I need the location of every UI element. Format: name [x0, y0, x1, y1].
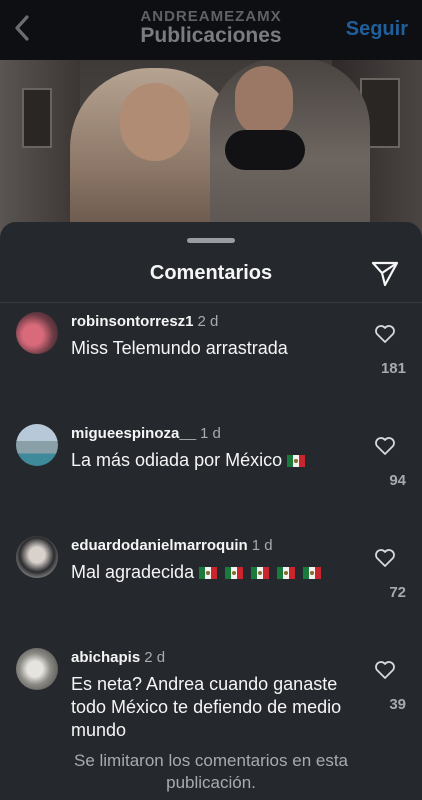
- mexico-flag-icon: [251, 567, 270, 580]
- sheet-title: Comentarios: [149, 262, 273, 284]
- window: [22, 88, 52, 148]
- heart-outline-icon[interactable]: [374, 436, 396, 456]
- comment-time: 2 d: [144, 649, 166, 666]
- mexico-flag-icon: [277, 567, 296, 580]
- comment-item: eduardodanielmarroquin 1 d Mal agradecida…: [0, 536, 422, 646]
- mexico-flag-icon: [225, 567, 244, 580]
- comment-item: abichapis 2 d Es neta? Andrea cuando gana…: [0, 648, 422, 758]
- avatar[interactable]: [16, 424, 58, 466]
- comment-text: Es neta? Andrea cuando ganaste todo Méxi…: [71, 674, 342, 740]
- like-count: 94: [389, 472, 406, 489]
- mexico-flag-icon: [303, 567, 322, 580]
- avatar[interactable]: [16, 648, 58, 690]
- like-count: 72: [389, 584, 406, 601]
- share-send-icon[interactable]: [370, 258, 400, 288]
- like-count: 181: [380, 360, 406, 377]
- mexico-flag-icon: [287, 455, 306, 468]
- avatar[interactable]: [16, 312, 58, 354]
- comment-author[interactable]: migueespinoza__ 1 d: [71, 425, 221, 442]
- comment-author[interactable]: robinsontorresz1 2 d: [71, 313, 218, 330]
- comment-text: Mal agradecida: [71, 561, 346, 584]
- face: [235, 66, 293, 136]
- comment-text: La más odiada por México: [71, 449, 346, 472]
- face: [120, 83, 190, 161]
- like-count: 39: [389, 696, 406, 713]
- drag-handle[interactable]: [187, 238, 235, 243]
- mexico-flag-icon: [199, 567, 218, 580]
- heart-outline-icon[interactable]: [374, 324, 396, 344]
- divider: [0, 302, 422, 303]
- comment-text: Miss Telemundo arrastrada: [71, 338, 288, 358]
- comments-sheet: Comentarios robinsontorresz1 2 d Miss Tel…: [0, 222, 422, 800]
- comment-author[interactable]: abichapis 2 d: [71, 649, 165, 666]
- comment-time: 1 d: [251, 537, 273, 554]
- scarf: [225, 130, 305, 170]
- avatar[interactable]: [16, 536, 58, 578]
- comment-item: robinsontorresz1 2 d Miss Telemundo arras…: [0, 312, 422, 422]
- top-bar: ANDREAMEZAMX Publicaciones Seguir: [0, 0, 422, 60]
- comment-author[interactable]: eduardodanielmarroquin 1 d: [71, 537, 273, 554]
- comment-item: migueespinoza__ 1 d La más odiada por Méx…: [0, 424, 422, 534]
- follow-button[interactable]: Seguir: [346, 18, 408, 41]
- comment-time: 2 d: [197, 313, 219, 330]
- comments-limited-note: Se limitaron los comentarios en esta pub…: [73, 751, 349, 792]
- comment-time: 1 d: [200, 425, 221, 442]
- heart-outline-icon[interactable]: [374, 660, 396, 680]
- heart-outline-icon[interactable]: [374, 548, 396, 568]
- post-photo: [0, 58, 422, 248]
- background-building: [0, 58, 80, 248]
